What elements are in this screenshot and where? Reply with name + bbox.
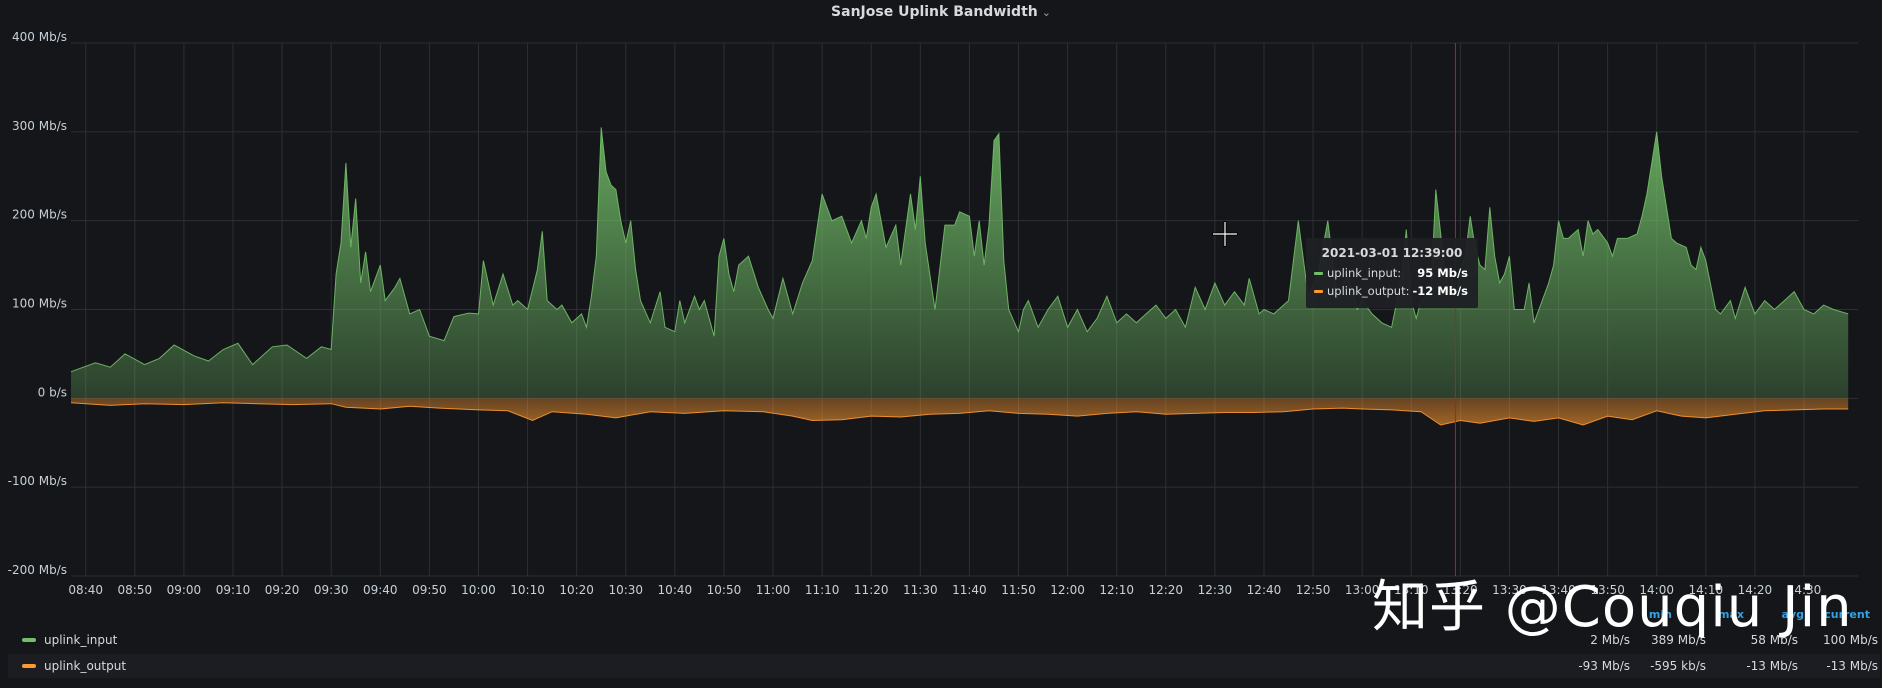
legend-series-name[interactable]: uplink_output (44, 654, 126, 678)
tooltip-value-output: -12 Mb/s (1412, 284, 1468, 298)
y-tick-label: -200 Mb/s (8, 563, 67, 577)
y-tick-label: 300 Mb/s (12, 119, 67, 133)
series-layer (70, 127, 1849, 426)
tooltip-swatch-input (1314, 272, 1323, 275)
x-tick-label: 09:40 (363, 583, 398, 597)
y-tick-label: 100 Mb/s (12, 297, 67, 311)
x-tick-label: 10:20 (559, 583, 594, 597)
x-tick-label: 11:30 (903, 583, 938, 597)
y-tick-label: 0 b/s (38, 385, 67, 399)
x-tick-label: 09:20 (265, 583, 300, 597)
x-tick-label: 12:40 (1247, 583, 1282, 597)
crosshair-cursor-icon (1212, 221, 1238, 247)
tooltip-time: 2021-03-01 12:39:00 (1322, 246, 1463, 260)
x-tick-label: 09:30 (314, 583, 349, 597)
x-tick-label: 11:40 (952, 583, 987, 597)
legend-values: -93 Mb/s -595 kb/s -13 Mb/s -13 Mb/s (1560, 654, 1880, 678)
x-tick-label: 12:10 (1099, 583, 1134, 597)
x-tick-label: 11:20 (854, 583, 889, 597)
legend-swatch-output (22, 664, 36, 668)
x-tick-label: 10:30 (608, 583, 643, 597)
x-tick-label: 12:50 (1296, 583, 1331, 597)
tooltip-value-input: 95 Mb/s (1417, 266, 1468, 280)
y-tick-label: 200 Mb/s (12, 208, 67, 222)
tooltip-swatch-output (1314, 290, 1323, 293)
x-tick-label: 08:50 (118, 583, 153, 597)
x-tick-label: 10:00 (461, 583, 496, 597)
y-axis: 400 Mb/s 300 Mb/s 200 Mb/s 100 Mb/s 0 b/s -10… (8, 30, 67, 577)
legend-value-avg: -13 Mb/s (1746, 659, 1798, 673)
x-tick-label: 09:00 (167, 583, 202, 597)
series-area-uplink_output (71, 398, 1849, 425)
x-tick-label: 12:20 (1148, 583, 1183, 597)
legend-value-current: -13 Mb/s (1826, 659, 1878, 673)
y-tick-label: -100 Mb/s (8, 474, 67, 488)
x-tick-label: 12:30 (1198, 583, 1233, 597)
x-tick-label: 10:40 (658, 583, 693, 597)
tooltip: 2021-03-01 12:39:00 uplink_input: 95 Mb/… (1306, 238, 1478, 308)
tooltip-label-output: uplink_output: (1327, 284, 1409, 298)
legend-series-name[interactable]: uplink_input (44, 628, 117, 652)
legend-swatch-input (22, 638, 36, 642)
tooltip-label-input: uplink_input: (1327, 266, 1401, 280)
x-tick-label: 12:00 (1050, 583, 1085, 597)
watermark: 知乎 @Couqiu Jin (1372, 575, 1853, 640)
x-tick-label: 10:10 (510, 583, 545, 597)
y-tick-label: 400 Mb/s (12, 30, 67, 44)
x-tick-label: 08:40 (68, 583, 103, 597)
legend-value-min: -93 Mb/s (1578, 659, 1630, 673)
x-tick-label: 11:50 (1001, 583, 1036, 597)
x-tick-label: 11:00 (756, 583, 791, 597)
x-tick-label: 09:50 (412, 583, 447, 597)
legend-value-max: -595 kb/s (1650, 659, 1706, 673)
x-tick-label: 09:10 (216, 583, 251, 597)
graph-panel: SanJose Uplink Bandwidth ⌄ 400 Mb/s 300 Mb… (0, 0, 1882, 688)
x-tick-label: 11:10 (805, 583, 840, 597)
legend-row-uplink-output[interactable]: uplink_output -93 Mb/s -595 kb/s -13 Mb/… (8, 654, 1880, 678)
x-tick-label: 10:50 (707, 583, 742, 597)
bandwidth-chart[interactable]: 400 Mb/s 300 Mb/s 200 Mb/s 100 Mb/s 0 b/s -10… (0, 0, 1882, 600)
